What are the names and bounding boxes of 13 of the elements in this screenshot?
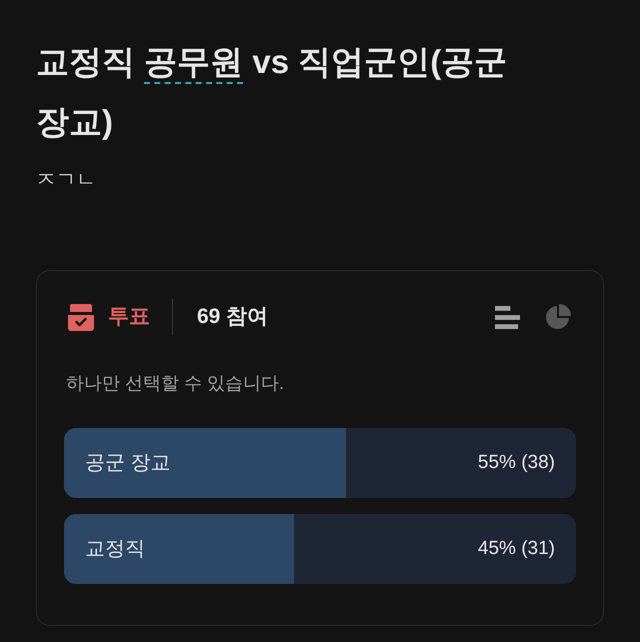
option-label: 교정직: [85, 537, 145, 562]
bar-chart-icon[interactable]: [495, 304, 520, 330]
poll-label: 투표: [108, 304, 150, 330]
ballot-box-icon: [67, 303, 95, 331]
pie-chart-icon[interactable]: [545, 304, 571, 330]
post-body: ㅈㄱㄴ: [36, 168, 96, 193]
keyword-link[interactable]: 공무원: [144, 43, 244, 80]
post-title: 교정직 공무원 vs 직업군인(공군 장교): [36, 42, 508, 142]
option-label: 공군 장교: [85, 451, 171, 476]
poll-hint: 하나만 선택할 수 있습니다.: [65, 372, 284, 395]
vote-result: 55% (38): [478, 450, 555, 475]
participant-count: 69 참여: [197, 304, 268, 330]
vote-result: 45% (31): [478, 536, 555, 561]
